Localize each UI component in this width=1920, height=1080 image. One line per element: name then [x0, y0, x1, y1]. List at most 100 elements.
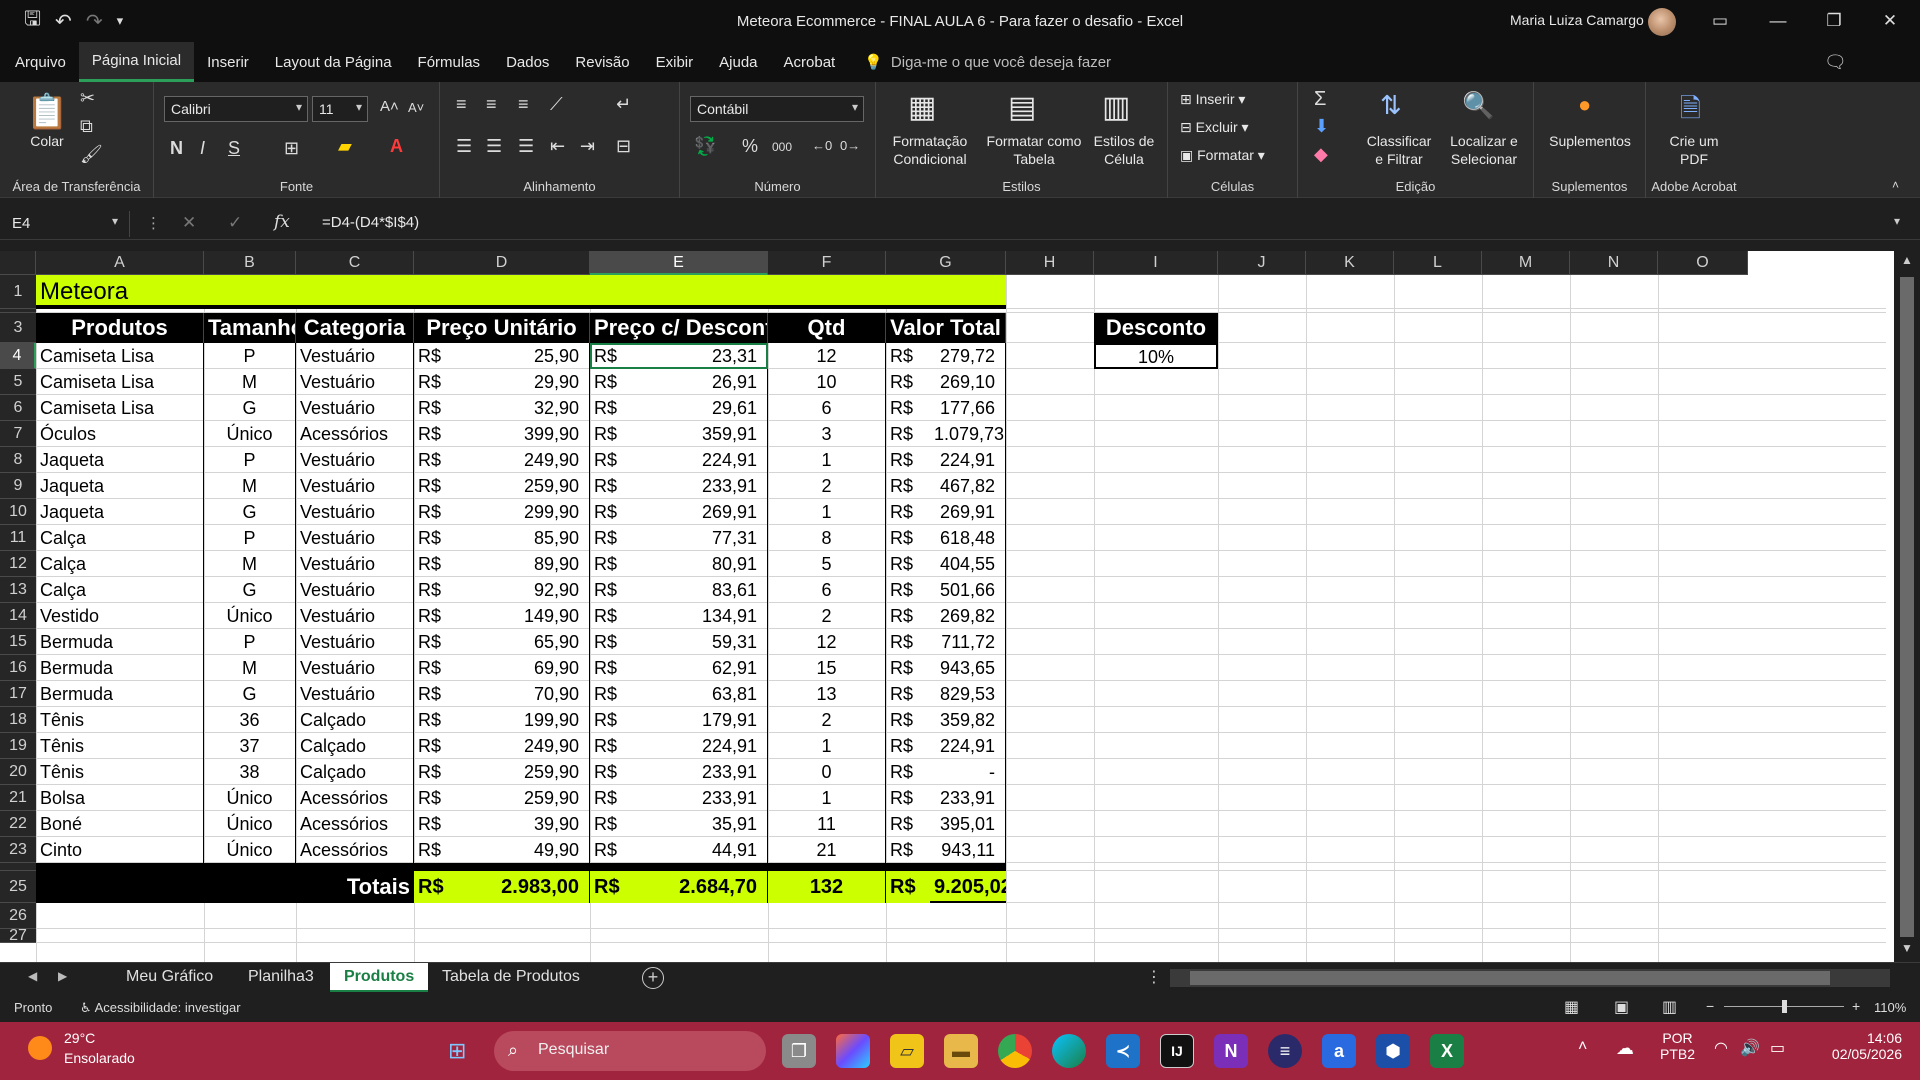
paste-button[interactable]: Colar	[20, 132, 74, 150]
row-header[interactable]: 3	[0, 313, 36, 343]
bold-button[interactable]: N	[170, 138, 183, 159]
align-center-icon[interactable]: ☰	[486, 136, 502, 157]
tab-inserir[interactable]: Inserir	[194, 42, 262, 82]
discount-price-cell[interactable]: 224,91	[634, 733, 768, 759]
size-cell[interactable]: Único	[204, 421, 296, 447]
qty-cell[interactable]: 0	[768, 759, 886, 785]
column-label-cell[interactable]: Categoria	[296, 313, 414, 343]
wrap-text-icon[interactable]: ↵	[616, 94, 631, 115]
row-header[interactable]: 16	[0, 655, 36, 681]
tab-revisao[interactable]: Revisão	[562, 42, 642, 82]
enter-icon[interactable]: ✓	[228, 213, 242, 233]
qty-cell[interactable]: 1	[768, 785, 886, 811]
zoom-level[interactable]: 110%	[1874, 1000, 1906, 1015]
category-cell[interactable]: Vestuário	[296, 369, 414, 395]
tab-formulas[interactable]: Fórmulas	[405, 42, 494, 82]
thousands-button[interactable]: 000	[772, 140, 792, 154]
tab-split-icon[interactable]: ⋮	[1146, 967, 1162, 987]
column-header[interactable]: E	[590, 251, 768, 275]
zoom-in-icon[interactable]: +	[1852, 998, 1860, 1014]
clock[interactable]: 14:06 02/05/2026	[1810, 1030, 1902, 1062]
percent-button[interactable]: %	[742, 136, 758, 157]
column-label-cell[interactable]: Produtos	[36, 313, 204, 343]
weather-sun-icon[interactable]	[28, 1036, 52, 1060]
discount-price-cell[interactable]: 83,61	[634, 577, 768, 603]
product-cell[interactable]: Boné	[36, 811, 204, 837]
size-cell[interactable]: G	[204, 395, 296, 421]
format-cells-button[interactable]: ▣ Formatar ▾	[1180, 146, 1265, 164]
excel-taskbar-icon[interactable]: X	[1430, 1034, 1464, 1068]
total-value-cell[interactable]: 224,91	[930, 447, 1006, 473]
user-name[interactable]: Maria Luiza Camargo	[1510, 12, 1644, 28]
battery-icon[interactable]: ▭	[1770, 1038, 1785, 1058]
edge-icon[interactable]	[1052, 1034, 1086, 1068]
merge-center-icon[interactable]: ⊟	[616, 136, 631, 157]
row-header[interactable]: 22	[0, 811, 36, 837]
qty-cell[interactable]: 3	[768, 421, 886, 447]
copilot-icon[interactable]	[836, 1034, 870, 1068]
qty-cell[interactable]: 1	[768, 499, 886, 525]
align-left-icon[interactable]: ☰	[456, 136, 472, 157]
collapse-ribbon-icon[interactable]: ˄	[1892, 178, 1899, 192]
total-value-cell[interactable]: 501,66	[930, 577, 1006, 603]
total-value-cell[interactable]: 279,72	[930, 343, 1006, 369]
discount-price-cell[interactable]: 233,91	[634, 759, 768, 785]
size-cell[interactable]: G	[204, 681, 296, 707]
totals-value[interactable]: 9.205,02	[930, 871, 1006, 903]
undo-icon[interactable]: ↶	[55, 9, 72, 34]
column-header[interactable]: L	[1394, 251, 1482, 275]
align-right-icon[interactable]: ☰	[518, 136, 534, 157]
unit-price-cell[interactable]: 49,90	[458, 837, 590, 863]
category-cell[interactable]: Vestuário	[296, 551, 414, 577]
weather-temp[interactable]: 29°C	[64, 1030, 95, 1046]
tab-arquivo[interactable]: Arquivo	[2, 42, 79, 82]
column-label-cell[interactable]: Qtd	[768, 313, 886, 343]
unit-price-cell[interactable]: 29,90	[458, 369, 590, 395]
size-cell[interactable]: G	[204, 499, 296, 525]
size-cell[interactable]: P	[204, 629, 296, 655]
size-cell[interactable]: M	[204, 655, 296, 681]
discount-price-cell[interactable]: 77,31	[634, 525, 768, 551]
size-cell[interactable]: M	[204, 473, 296, 499]
product-cell[interactable]: Cinto	[36, 837, 204, 863]
discount-price-cell[interactable]: 233,91	[634, 473, 768, 499]
product-cell[interactable]: Camiseta Lisa	[36, 369, 204, 395]
qty-cell[interactable]: 21	[768, 837, 886, 863]
row-header[interactable]: 8	[0, 447, 36, 473]
discount-price-cell[interactable]: 269,91	[634, 499, 768, 525]
row-header[interactable]: 5	[0, 369, 36, 395]
tab-ajuda[interactable]: Ajuda	[706, 42, 770, 82]
taskview-icon[interactable]: ❐	[782, 1034, 816, 1068]
discount-price-cell[interactable]: 59,31	[634, 629, 768, 655]
column-header[interactable]: H	[1006, 251, 1094, 275]
app-icon[interactable]: ⬢	[1376, 1034, 1410, 1068]
cell-styles-button[interactable]: Estilos de Célula	[1084, 132, 1164, 168]
size-cell[interactable]: P	[204, 447, 296, 473]
product-cell[interactable]: Jaqueta	[36, 447, 204, 473]
tab-dados[interactable]: Dados	[493, 42, 562, 82]
category-cell[interactable]: Vestuário	[296, 629, 414, 655]
avatar[interactable]	[1648, 8, 1676, 36]
qty-cell[interactable]: 6	[768, 577, 886, 603]
size-cell[interactable]: Único	[204, 837, 296, 863]
category-cell[interactable]: Acessórios	[296, 421, 414, 447]
total-value-cell[interactable]: 1.079,73	[930, 421, 1006, 447]
qty-cell[interactable]: 12	[768, 343, 886, 369]
totals-unit-price[interactable]: 2.983,00	[458, 871, 590, 903]
total-value-cell[interactable]: 711,72	[930, 629, 1006, 655]
column-header[interactable]: M	[1482, 251, 1570, 275]
vertical-scroll-thumb[interactable]	[1900, 277, 1914, 937]
category-cell[interactable]: Calçado	[296, 707, 414, 733]
worksheet[interactable]: A B C D E F G H I J K L M N O 1 3 4 5 6 7 8 9 10 11 12 13 14 15 16 17 1…	[0, 251, 1920, 962]
font-size-select[interactable]: 11	[312, 96, 368, 122]
onenote-icon[interactable]: N	[1214, 1034, 1248, 1068]
expand-formula-icon[interactable]: ▾	[1894, 214, 1900, 228]
page-layout-icon[interactable]: ▣	[1614, 997, 1629, 1017]
show-hidden-icons[interactable]: ˄	[1578, 1038, 1587, 1056]
qty-cell[interactable]: 8	[768, 525, 886, 551]
column-header[interactable]: F	[768, 251, 886, 275]
insert-function-icon[interactable]: fx	[274, 212, 290, 232]
close-icon[interactable]: ✕	[1870, 6, 1910, 36]
total-value-cell[interactable]: 943,11	[930, 837, 1006, 863]
unit-price-cell[interactable]: 39,90	[458, 811, 590, 837]
